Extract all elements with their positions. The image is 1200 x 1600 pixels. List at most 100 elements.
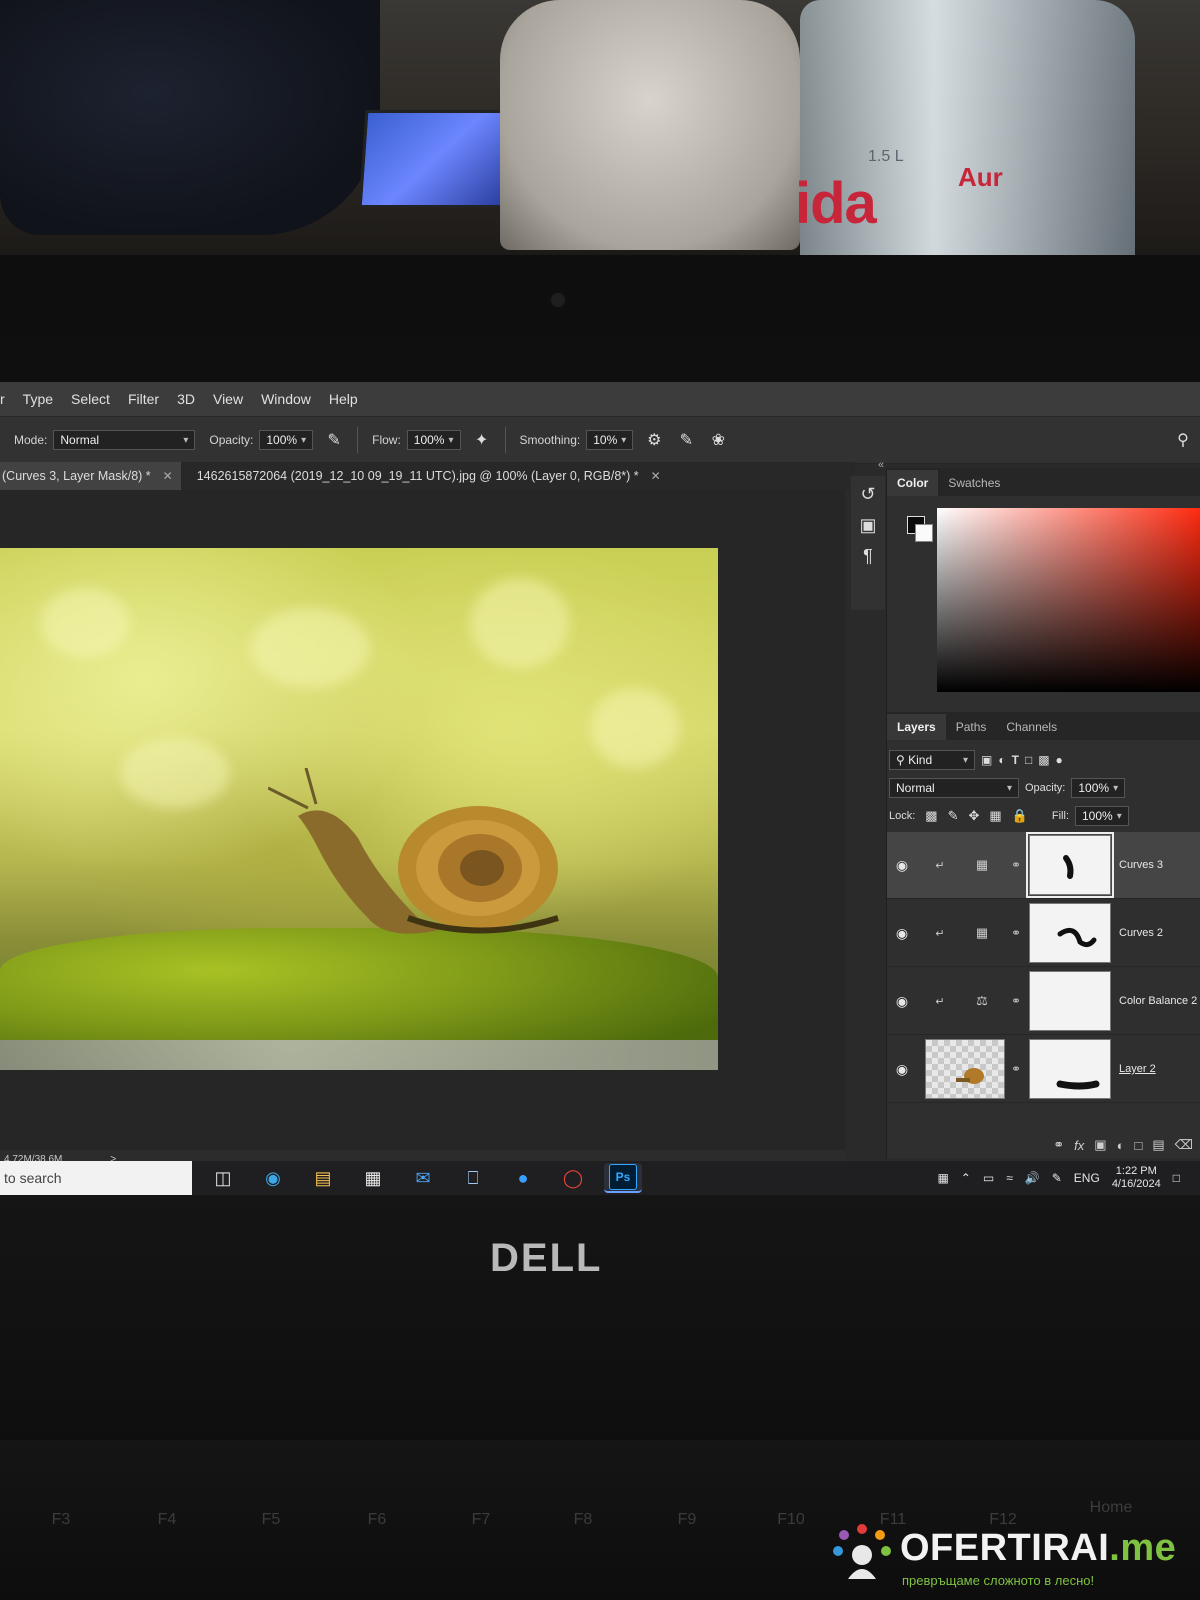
menu-item-select[interactable]: Select [62, 391, 119, 407]
layer-mask-thumbnail[interactable] [1026, 832, 1114, 898]
lock-position-icon[interactable]: ✥ [969, 808, 980, 824]
menu-bar: r Type Select Filter 3D View Window Help [0, 382, 1200, 416]
search-icon[interactable]: ⚲ [1172, 429, 1194, 451]
tab-channels[interactable]: Channels [996, 714, 1067, 740]
tab-document-jpg[interactable]: 1462615872064 (2019_12_10 09_19_11 UTC).… [181, 462, 669, 490]
gear-icon[interactable]: ⚙ [643, 429, 665, 451]
layer-row-color-balance-2[interactable]: ◉ ↵ ⚖ ⚭ Color Balance 2 [887, 968, 1200, 1035]
menu-item-3d[interactable]: 3D [168, 391, 204, 407]
edge-browser-icon[interactable]: ◉ [254, 1164, 292, 1192]
close-icon[interactable]: ✕ [651, 469, 661, 483]
task-view-icon[interactable]: ◫ [204, 1164, 242, 1192]
layer-row-curves-3[interactable]: ◉ ↵ ▦ ⚭ Curves 3 [887, 832, 1200, 899]
properties-icon[interactable]: ▣ [859, 515, 876, 536]
chain-link-icon[interactable]: ⚭ [1009, 926, 1023, 940]
tab-layers[interactable]: Layers [887, 714, 946, 740]
menu-item-window[interactable]: Window [252, 391, 320, 407]
tips-lightbulb-icon[interactable]: ● [504, 1164, 542, 1192]
photoshop-taskbar-button[interactable]: Ps [604, 1163, 642, 1193]
document-canvas[interactable] [0, 548, 718, 1070]
trash-icon[interactable]: ⌫ [1175, 1137, 1193, 1153]
layer-mask-thumbnail[interactable] [1029, 903, 1111, 963]
new-adjustment-icon[interactable]: ◐ [1117, 1138, 1125, 1153]
key-f4: F4 [157, 1511, 177, 1528]
chevron-down-icon: ▾ [621, 434, 627, 446]
file-explorer-icon[interactable]: ▤ [304, 1164, 342, 1192]
filter-adjustment-icon[interactable]: ◐ [998, 753, 1005, 767]
filter-smart-object-icon[interactable]: ▩ [1038, 753, 1049, 767]
tab-swatches[interactable]: Swatches [938, 470, 1010, 496]
news-widget-icon[interactable]: ▦ [937, 1171, 948, 1185]
eye-icon[interactable]: ◉ [887, 993, 917, 1010]
menu-item-filter[interactable]: Filter [119, 391, 168, 407]
lock-transparency-icon[interactable]: ▩ [925, 808, 937, 824]
flow-input[interactable]: 100% ▾ [406, 430, 461, 450]
layer-row-layer-2[interactable]: ◉ ⚭ Layer 2 [887, 1036, 1200, 1103]
opacity-input[interactable]: 100% ▾ [259, 430, 314, 450]
history-icon[interactable]: ↺ [860, 484, 875, 505]
new-layer-icon[interactable]: ▤ [1152, 1137, 1164, 1153]
wifi-icon[interactable]: ≈ [1006, 1171, 1013, 1185]
lock-artboard-icon[interactable]: ▦ [989, 808, 1001, 824]
pen-icon[interactable]: ✎ [1052, 1171, 1062, 1185]
color-picker-field[interactable] [937, 508, 1200, 692]
volume-icon[interactable]: 🔊 [1025, 1171, 1040, 1185]
menu-item-view[interactable]: View [204, 391, 252, 407]
chain-link-icon[interactable]: ⚭ [1009, 858, 1023, 872]
add-mask-icon[interactable]: ▣ [1094, 1137, 1106, 1153]
person-white-shirt [500, 0, 800, 250]
fill-input[interactable]: 100% ▾ [1075, 806, 1129, 826]
eye-icon[interactable]: ◉ [887, 1061, 917, 1078]
fx-icon[interactable]: fx [1074, 1138, 1084, 1153]
menu-item-type[interactable]: Type [14, 391, 62, 407]
tab-color[interactable]: Color [887, 470, 939, 496]
chain-link-icon[interactable]: ⚭ [1009, 994, 1023, 1008]
close-icon[interactable]: ✕ [163, 469, 173, 483]
lock-all-icon[interactable]: 🔒 [1012, 808, 1028, 824]
airbrush-icon[interactable]: ✦ [471, 429, 493, 451]
menu-item-partial[interactable]: r [0, 391, 14, 407]
mail-icon[interactable]: ✉ [404, 1164, 442, 1192]
mode-select[interactable]: Normal ▾ [53, 430, 196, 450]
background-color-swatch[interactable] [915, 524, 933, 542]
filter-type-icon[interactable]: T [1012, 753, 1019, 767]
taskbar-search-input[interactable]: to search [0, 1161, 192, 1195]
language-indicator[interactable]: ENG [1074, 1171, 1100, 1185]
chrome-icon[interactable]: ◯ [554, 1164, 592, 1192]
battery-icon[interactable]: ▭ [983, 1171, 994, 1185]
symmetry-icon[interactable]: ❀ [707, 429, 729, 451]
blend-mode-select[interactable]: Normal ▾ [889, 778, 1019, 798]
layer-mask-thumbnail[interactable] [1029, 971, 1111, 1031]
layer-kind-filter[interactable]: ⚲ Kind ▾ [889, 750, 975, 770]
paragraph-icon[interactable]: ¶ [863, 546, 873, 567]
eye-icon[interactable]: ◉ [887, 925, 917, 942]
layer-row-curves-2[interactable]: ◉ ↵ ▦ ⚭ Curves 2 [887, 900, 1200, 967]
collapse-panels-icon[interactable]: « [878, 459, 884, 471]
remote-desktop-icon[interactable]: ⎕ [454, 1164, 492, 1192]
layer-mask-thumbnail[interactable] [1029, 1039, 1111, 1099]
new-group-icon[interactable]: □ [1134, 1138, 1142, 1153]
chevron-up-icon[interactable]: ⌃ [961, 1171, 971, 1185]
pressure-size-icon[interactable]: ✎ [675, 429, 697, 451]
microsoft-store-icon[interactable]: ▦ [354, 1164, 392, 1192]
smoothing-input[interactable]: 10% ▾ [586, 430, 634, 450]
link-layers-icon[interactable]: ⚭ [1053, 1137, 1064, 1153]
layer-opacity-value: 100% [1078, 781, 1110, 795]
layer-opacity-input[interactable]: 100% ▾ [1071, 778, 1126, 798]
filter-shape-icon[interactable]: □ [1025, 753, 1032, 767]
filter-toggle-icon[interactable]: ● [1056, 753, 1063, 767]
chain-link-icon[interactable]: ⚭ [1009, 1062, 1023, 1076]
canvas-workspace[interactable] [0, 490, 845, 1150]
filter-pixel-icon[interactable]: ▣ [981, 753, 992, 767]
menu-item-help[interactable]: Help [320, 391, 367, 407]
tab-document-curves[interactable]: (Curves 3, Layer Mask/8) * ✕ [0, 462, 181, 490]
key-f5: F5 [261, 1511, 281, 1528]
tab-paths[interactable]: Paths [946, 714, 997, 740]
layer-thumbnail[interactable] [925, 1039, 1005, 1099]
pressure-opacity-icon[interactable]: ✎ [323, 429, 345, 451]
lock-paint-icon[interactable]: ✎ [948, 808, 959, 824]
smoothing-label: Smoothing: [519, 433, 581, 447]
clock[interactable]: 1:22 PM 4/16/2024 [1112, 1165, 1161, 1191]
notifications-icon[interactable]: □ [1173, 1171, 1180, 1185]
eye-icon[interactable]: ◉ [887, 857, 917, 874]
